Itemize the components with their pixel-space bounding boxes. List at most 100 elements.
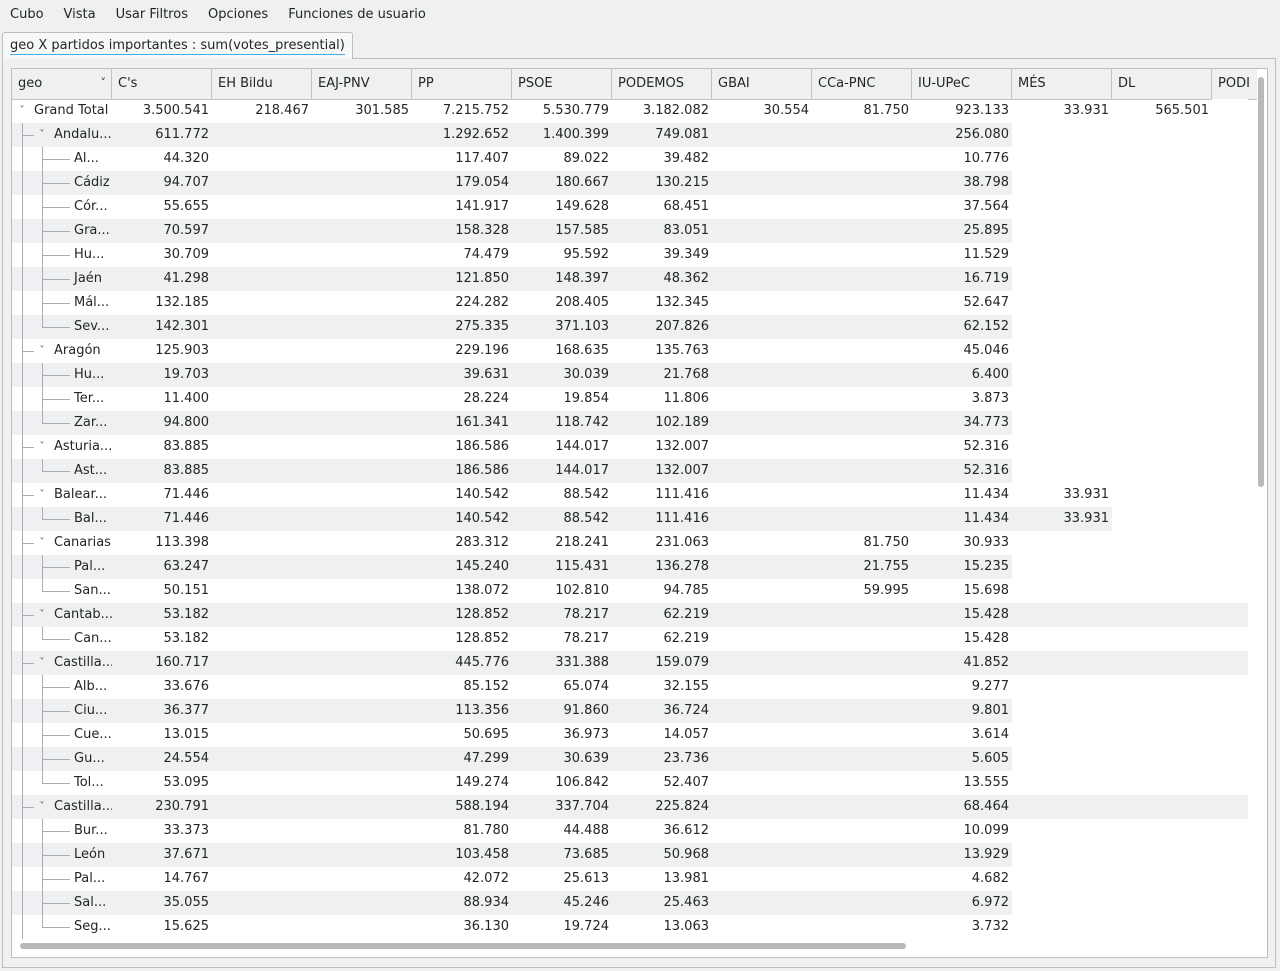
- value-cell[interactable]: [1212, 459, 1248, 483]
- value-cell[interactable]: [812, 459, 912, 483]
- value-cell[interactable]: 81.750: [812, 531, 912, 555]
- value-cell[interactable]: [712, 195, 812, 219]
- value-cell[interactable]: [1112, 435, 1212, 459]
- value-cell[interactable]: [212, 507, 312, 531]
- value-cell[interactable]: 144.017: [512, 459, 612, 483]
- value-cell[interactable]: [1212, 915, 1248, 939]
- value-cell[interactable]: 132.007: [612, 435, 712, 459]
- value-cell[interactable]: 113.398: [112, 531, 212, 555]
- value-cell[interactable]: [1112, 219, 1212, 243]
- value-cell[interactable]: 73.685: [512, 843, 612, 867]
- value-cell[interactable]: 52.647: [912, 291, 1012, 315]
- value-cell[interactable]: 89.022: [512, 147, 612, 171]
- value-cell[interactable]: [1212, 771, 1248, 795]
- value-cell[interactable]: [1012, 291, 1112, 315]
- value-cell[interactable]: [812, 603, 912, 627]
- value-cell[interactable]: [812, 867, 912, 891]
- value-cell[interactable]: 208.405: [512, 291, 612, 315]
- value-cell[interactable]: [812, 891, 912, 915]
- value-cell[interactable]: 588.194: [412, 795, 512, 819]
- collapse-chevron-icon[interactable]: ˅: [36, 651, 48, 675]
- value-cell[interactable]: [1012, 867, 1112, 891]
- tree-row[interactable]: ˅ Balear... 71.446 140.542 88.542 111.416 11.4…: [12, 483, 1248, 507]
- value-cell[interactable]: [312, 867, 412, 891]
- value-cell[interactable]: [712, 891, 812, 915]
- value-cell[interactable]: 85.152: [412, 675, 512, 699]
- value-cell[interactable]: [1212, 219, 1248, 243]
- value-cell[interactable]: 68.464: [912, 795, 1012, 819]
- vertical-scrollbar-handle[interactable]: [1258, 77, 1264, 487]
- value-cell[interactable]: 48.362: [612, 267, 712, 291]
- value-cell[interactable]: [712, 171, 812, 195]
- value-cell[interactable]: [1012, 435, 1112, 459]
- value-cell[interactable]: 33.931: [1012, 99, 1112, 123]
- value-cell[interactable]: 102.189: [612, 411, 712, 435]
- value-cell[interactable]: 749.081: [612, 123, 712, 147]
- value-cell[interactable]: 25.613: [512, 867, 612, 891]
- value-cell[interactable]: 565.501: [1112, 99, 1212, 123]
- value-cell[interactable]: 132.007: [612, 459, 712, 483]
- value-cell[interactable]: 37.671: [112, 843, 212, 867]
- value-cell[interactable]: 207.826: [612, 315, 712, 339]
- value-cell[interactable]: [812, 795, 912, 819]
- value-cell[interactable]: 53.182: [112, 627, 212, 651]
- value-cell[interactable]: [1212, 675, 1248, 699]
- value-cell[interactable]: [712, 267, 812, 291]
- value-cell[interactable]: [712, 579, 812, 603]
- value-cell[interactable]: [1112, 771, 1212, 795]
- value-cell[interactable]: [812, 339, 912, 363]
- value-cell[interactable]: 218.241: [512, 531, 612, 555]
- tree-row[interactable]: Jaén 41.298 121.850 148.397 48.362 16.719: [12, 267, 1248, 291]
- value-cell[interactable]: 39.482: [612, 147, 712, 171]
- value-cell[interactable]: [712, 819, 812, 843]
- value-cell[interactable]: 231.063: [612, 531, 712, 555]
- value-cell[interactable]: 19.703: [112, 363, 212, 387]
- value-cell[interactable]: 45.046: [912, 339, 1012, 363]
- value-cell[interactable]: 94.707: [112, 171, 212, 195]
- tree-row[interactable]: ˅ Aragón 125.903 229.196 168.635 135.763 45.04…: [12, 339, 1248, 363]
- value-cell[interactable]: 161.341: [412, 411, 512, 435]
- column-header-col-2[interactable]: EH Bildu: [212, 69, 312, 99]
- value-cell[interactable]: 148.397: [512, 267, 612, 291]
- value-cell[interactable]: 13.981: [612, 867, 712, 891]
- value-cell[interactable]: 11.434: [912, 507, 1012, 531]
- value-cell[interactable]: 145.240: [412, 555, 512, 579]
- value-cell[interactable]: 50.695: [412, 723, 512, 747]
- value-cell[interactable]: [1012, 147, 1112, 171]
- value-cell[interactable]: [1112, 171, 1212, 195]
- value-cell[interactable]: [712, 435, 812, 459]
- value-cell[interactable]: [1112, 531, 1212, 555]
- value-cell[interactable]: [812, 483, 912, 507]
- value-cell[interactable]: [1112, 507, 1212, 531]
- value-cell[interactable]: [212, 291, 312, 315]
- value-cell[interactable]: 186.586: [412, 435, 512, 459]
- value-cell[interactable]: [1212, 795, 1248, 819]
- value-cell[interactable]: 923.133: [912, 99, 1012, 123]
- value-cell[interactable]: [212, 267, 312, 291]
- value-cell[interactable]: 74.479: [412, 243, 512, 267]
- value-cell[interactable]: 35.055: [112, 891, 212, 915]
- value-cell[interactable]: [1112, 387, 1212, 411]
- tree-row[interactable]: Gra... 70.597 158.328 157.585 83.051 25.895: [12, 219, 1248, 243]
- value-cell[interactable]: [312, 147, 412, 171]
- value-cell[interactable]: [1112, 819, 1212, 843]
- column-header-col-5[interactable]: PSOE: [512, 69, 612, 99]
- value-cell[interactable]: 13.929: [912, 843, 1012, 867]
- value-cell[interactable]: [812, 315, 912, 339]
- value-cell[interactable]: [1212, 99, 1248, 123]
- value-cell[interactable]: 94.800: [112, 411, 212, 435]
- value-cell[interactable]: 53.095: [112, 771, 212, 795]
- value-cell[interactable]: 34.773: [912, 411, 1012, 435]
- value-cell[interactable]: [712, 291, 812, 315]
- value-cell[interactable]: 13.015: [112, 723, 212, 747]
- value-cell[interactable]: [712, 459, 812, 483]
- value-cell[interactable]: [1112, 579, 1212, 603]
- tree-row[interactable]: Pal... 63.247 145.240 115.431 136.278 21.755 1…: [12, 555, 1248, 579]
- value-cell[interactable]: 52.407: [612, 771, 712, 795]
- value-cell[interactable]: [312, 531, 412, 555]
- value-cell[interactable]: 33.931: [1012, 483, 1112, 507]
- value-cell[interactable]: 140.542: [412, 507, 512, 531]
- menu-vista[interactable]: Vista: [54, 0, 106, 30]
- value-cell[interactable]: [1112, 483, 1212, 507]
- value-cell[interactable]: [1212, 363, 1248, 387]
